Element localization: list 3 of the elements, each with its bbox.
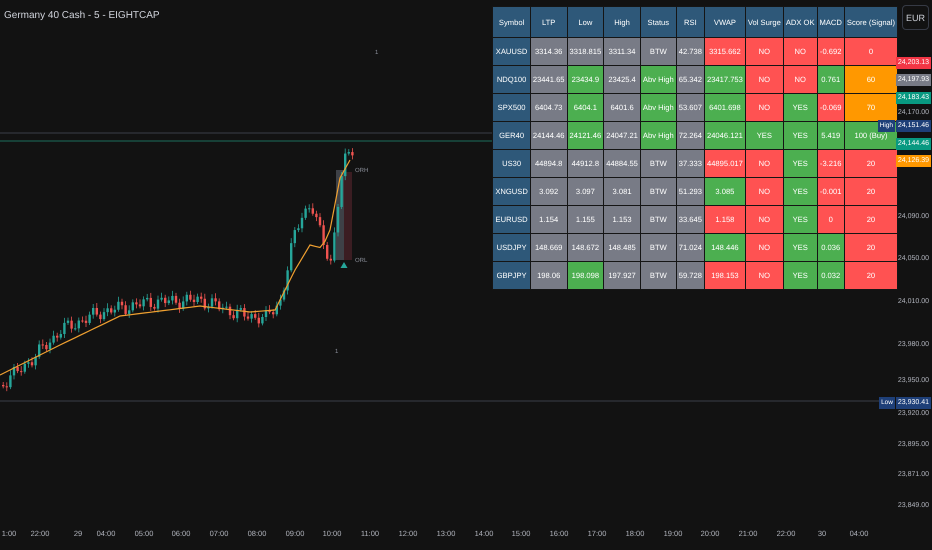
currency-button[interactable]: EUR: [902, 5, 929, 30]
chart-title: Germany 40 Cash - 5 - EIGHTCAP: [4, 10, 160, 21]
triangle-marker-icon: [340, 262, 348, 268]
